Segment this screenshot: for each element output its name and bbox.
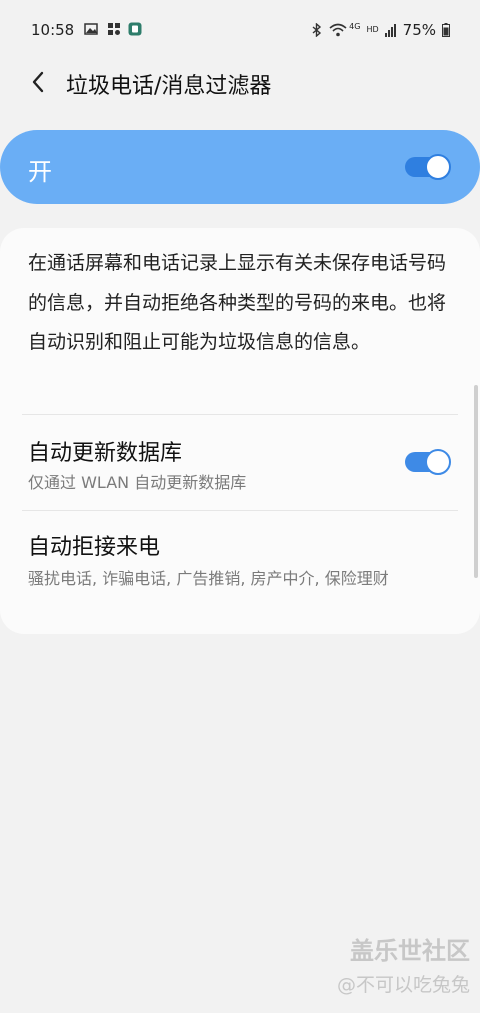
auto-update-subtitle: 仅通过 WLAN 自动更新数据库	[28, 473, 247, 492]
notification-app-icon	[128, 22, 142, 36]
master-switch-card[interactable]: 开	[0, 130, 480, 204]
description-text: 在通话屏幕和电话记录上显示有关未保存电话号码的信息，并自动拒绝各种类型的号码的来…	[28, 252, 447, 353]
toggle-knob	[425, 154, 451, 180]
master-toggle[interactable]	[405, 154, 451, 180]
wifi-icon	[329, 23, 347, 37]
settings-card: 在通话屏幕和电话记录上显示有关未保存电话号码的信息，并自动拒绝各种类型的号码的来…	[0, 228, 480, 634]
settings-app-icon	[108, 23, 120, 35]
auto-reject-row[interactable]: 自动拒接来电 骚扰电话, 诈骗电话, 广告推销, 房产中介, 保险理财	[0, 511, 480, 621]
bluetooth-icon	[312, 23, 322, 37]
hd-label: HD	[366, 25, 379, 34]
auto-reject-subtitle: 骚扰电话, 诈骗电话, 广告推销, 房产中介, 保险理财	[28, 569, 389, 588]
master-switch-label: 开	[28, 158, 52, 186]
status-right: 4G HD 75%	[311, 20, 450, 40]
network-label: 4G	[349, 22, 361, 31]
toggle-knob	[425, 449, 451, 475]
auto-reject-title: 自动拒接来电	[28, 535, 161, 560]
auto-update-title: 自动更新数据库	[28, 441, 183, 466]
scrollbar[interactable]	[474, 385, 478, 578]
gallery-icon	[84, 23, 98, 35]
battery-percent: 75%	[402, 21, 436, 39]
auto-update-row[interactable]: 自动更新数据库 仅通过 WLAN 自动更新数据库	[0, 415, 480, 509]
status-time: 10:58	[31, 21, 75, 39]
chevron-left-icon	[32, 71, 44, 93]
header: 垃圾电话/消息过滤器	[0, 60, 480, 110]
back-button[interactable]	[22, 66, 54, 98]
battery-icon	[442, 23, 450, 37]
auto-update-toggle[interactable]	[405, 449, 451, 475]
status-bar: 10:58 4G HD 75%	[0, 0, 480, 60]
page-title: 垃圾电话/消息过滤器	[66, 74, 272, 99]
watermark-author: @不可以吃兔兔	[336, 974, 470, 996]
watermark-title: 盖乐世社区	[350, 937, 470, 965]
signal-icon	[384, 24, 396, 37]
